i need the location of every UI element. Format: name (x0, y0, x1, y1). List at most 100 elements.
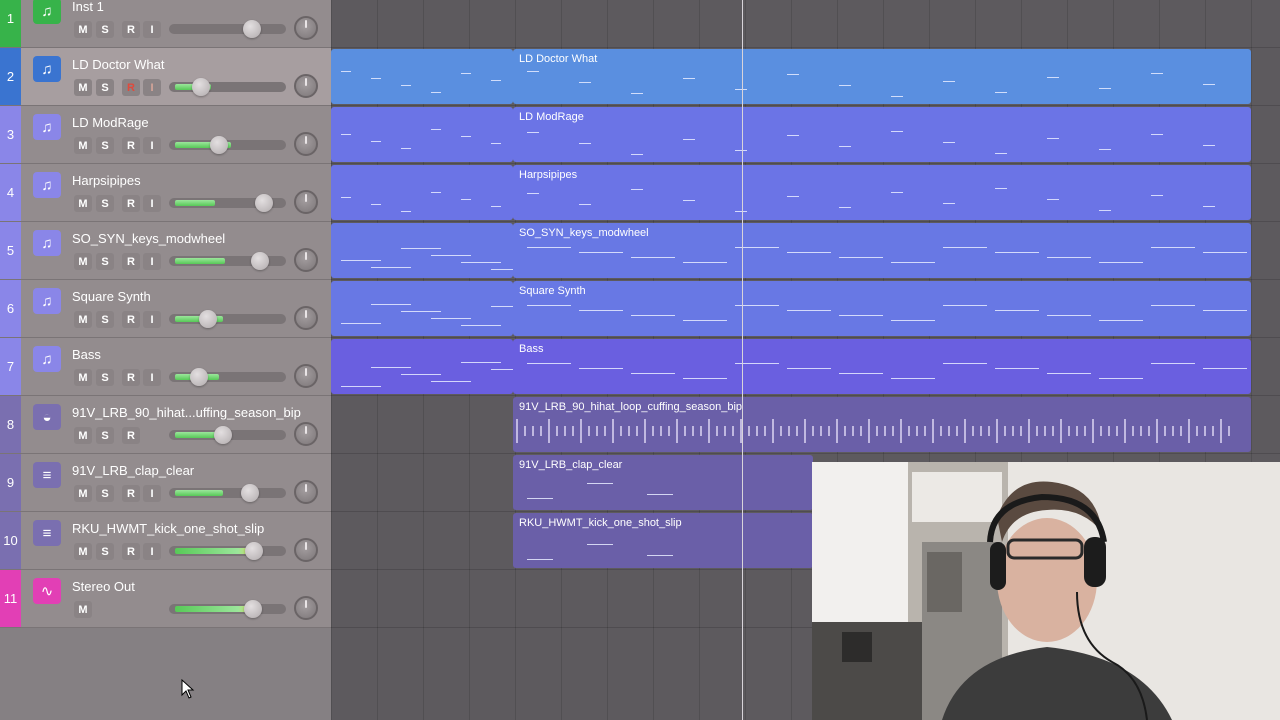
pan-knob[interactable] (294, 132, 318, 156)
mute-button[interactable]: M (74, 21, 92, 38)
volume-fader[interactable] (169, 488, 286, 498)
track-name[interactable]: SO_SYN_keys_modwheel (72, 231, 322, 246)
pan-knob[interactable] (294, 248, 318, 272)
track-headers-empty-area[interactable] (0, 628, 331, 720)
audio-region[interactable]: 91V_LRB_clap_clear (513, 455, 813, 510)
input-monitor-button[interactable]: I (143, 311, 161, 328)
record-enable-button[interactable]: R (122, 543, 140, 560)
volume-fader[interactable] (169, 24, 286, 34)
volume-fader-handle[interactable] (255, 194, 273, 212)
mute-button[interactable]: M (74, 543, 92, 560)
record-enable-button[interactable]: R (122, 195, 140, 212)
track-name[interactable]: 91V_LRB_clap_clear (72, 463, 322, 478)
solo-button[interactable]: S (96, 369, 114, 386)
volume-fader[interactable] (169, 604, 286, 614)
track-name[interactable]: Bass (72, 347, 322, 362)
volume-fader-handle[interactable] (192, 78, 210, 96)
audio-region[interactable]: 91V_LRB_90_hihat_loop_cuffing_season_bip (513, 397, 1251, 452)
track-header[interactable]: 2 ♫ LD Doctor What M S R I (0, 48, 331, 106)
solo-button[interactable]: S (96, 21, 114, 38)
input-monitor-button[interactable]: I (143, 79, 161, 96)
track-name[interactable]: Square Synth (72, 289, 322, 304)
pan-knob[interactable] (294, 16, 318, 40)
solo-button[interactable]: S (96, 79, 114, 96)
track-name[interactable]: 91V_LRB_90_hihat...uffing_season_bip (72, 405, 322, 420)
pan-knob[interactable] (294, 74, 318, 98)
input-monitor-button[interactable]: I (143, 369, 161, 386)
record-enable-button[interactable]: R (122, 137, 140, 154)
playhead[interactable] (742, 0, 743, 720)
track-header[interactable]: 10 ≡ RKU_HWMT_kick_one_shot_slip M S R I (0, 512, 331, 570)
input-monitor-button[interactable]: I (143, 195, 161, 212)
mute-button[interactable]: M (74, 195, 92, 212)
midi-region[interactable]: SO_SYN_keys_modwheel (513, 223, 1251, 278)
volume-fader-handle[interactable] (190, 368, 208, 386)
mute-button[interactable]: M (74, 311, 92, 328)
midi-region[interactable] (331, 49, 513, 104)
track-header[interactable]: 4 ♫ Harpsipipes M S R I (0, 164, 331, 222)
track-header[interactable]: 11 ∿ Stereo Out M (0, 570, 331, 628)
track-name[interactable]: LD Doctor What (72, 57, 322, 72)
input-monitor-button[interactable]: I (143, 253, 161, 270)
mute-button[interactable]: M (74, 427, 92, 444)
midi-region[interactable]: Square Synth (513, 281, 1251, 336)
volume-fader-handle[interactable] (210, 136, 228, 154)
solo-button[interactable]: S (96, 543, 114, 560)
input-monitor-button[interactable]: I (143, 543, 161, 560)
track-header[interactable]: 3 ♫ LD ModRage M S R I (0, 106, 331, 164)
track-header[interactable]: 7 ♫ Bass M S R I (0, 338, 331, 396)
midi-region[interactable] (331, 107, 513, 162)
solo-button[interactable]: S (96, 427, 114, 444)
pan-knob[interactable] (294, 422, 318, 446)
record-enable-button[interactable]: R (122, 311, 140, 328)
midi-region[interactable]: Harpsipipes (513, 165, 1251, 220)
volume-fader[interactable] (169, 314, 286, 324)
solo-button[interactable]: S (96, 253, 114, 270)
track-header[interactable]: 9 ≡ 91V_LRB_clap_clear M S R I (0, 454, 331, 512)
solo-button[interactable]: S (96, 311, 114, 328)
record-enable-button[interactable]: R (122, 79, 140, 96)
solo-button[interactable]: S (96, 485, 114, 502)
input-monitor-button[interactable]: I (143, 485, 161, 502)
audio-region[interactable]: RKU_HWMT_kick_one_shot_slip (513, 513, 813, 568)
track-name[interactable]: LD ModRage (72, 115, 322, 130)
input-monitor-button[interactable]: I (143, 137, 161, 154)
mute-button[interactable]: M (74, 485, 92, 502)
mute-button[interactable]: M (74, 369, 92, 386)
volume-fader-handle[interactable] (199, 310, 217, 328)
pan-knob[interactable] (294, 538, 318, 562)
volume-fader-handle[interactable] (214, 426, 232, 444)
track-name[interactable]: RKU_HWMT_kick_one_shot_slip (72, 521, 322, 536)
track-header[interactable]: 1 ♫ Inst 1 MSRI (0, 0, 331, 48)
midi-region[interactable]: LD ModRage (513, 107, 1251, 162)
midi-region[interactable] (331, 339, 513, 394)
track-name[interactable]: Inst 1 (72, 0, 322, 14)
volume-fader-handle[interactable] (244, 600, 262, 618)
record-enable-button[interactable]: R (122, 21, 140, 38)
midi-region[interactable]: LD Doctor What (513, 49, 1251, 104)
pan-knob[interactable] (294, 306, 318, 330)
midi-region[interactable] (331, 281, 513, 336)
solo-button[interactable]: S (96, 195, 114, 212)
record-enable-button[interactable]: R (122, 427, 140, 444)
track-header[interactable]: 5 ♫ SO_SYN_keys_modwheel M S R I (0, 222, 331, 280)
record-enable-button[interactable]: R (122, 485, 140, 502)
track-header[interactable]: 8 ◒ 91V_LRB_90_hihat...uffing_season_bip M S… (0, 396, 331, 454)
volume-fader-handle[interactable] (243, 20, 261, 38)
volume-fader[interactable] (169, 546, 286, 556)
pan-knob[interactable] (294, 480, 318, 504)
volume-fader-handle[interactable] (241, 484, 259, 502)
mute-button[interactable]: M (74, 79, 92, 96)
volume-fader-handle[interactable] (245, 542, 263, 560)
record-enable-button[interactable]: R (122, 253, 140, 270)
track-name[interactable]: Harpsipipes (72, 173, 322, 188)
track-header[interactable]: 6 ♫ Square Synth M S R I (0, 280, 331, 338)
midi-region[interactable]: Bass (513, 339, 1251, 394)
pan-knob[interactable] (294, 364, 318, 388)
track-name[interactable]: Stereo Out (72, 579, 322, 594)
volume-fader-handle[interactable] (251, 252, 269, 270)
mute-button[interactable]: M (74, 137, 92, 154)
mute-button[interactable]: M (74, 253, 92, 270)
volume-fader[interactable] (169, 82, 286, 92)
volume-fader[interactable] (169, 372, 286, 382)
